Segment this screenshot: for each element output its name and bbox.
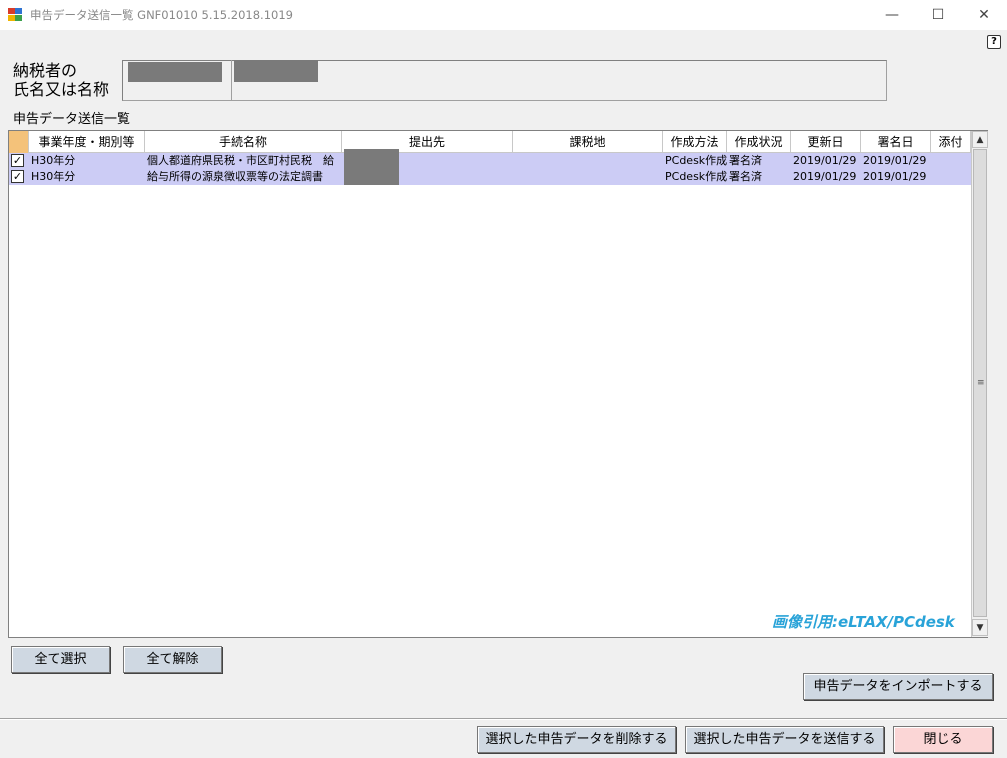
cell-status: 署名済 [729,170,762,183]
taxpayer-label-line1: 納税者の [13,61,78,80]
grip-icon: ≡ [977,378,985,388]
redacted-block [234,60,318,82]
cell-method: PCdesk作成 [665,154,727,167]
taxpayer-label: 納税者の 氏名又は名称 [13,61,109,99]
grid-corner[interactable] [9,131,29,153]
redacted-block [128,62,222,82]
cell-attach [931,153,971,169]
cell-updated: 2019/01/29 [793,154,857,167]
select-all-button[interactable]: 全て選択 [11,646,110,673]
vertical-scrollbar[interactable]: ▲ ≡ ▼ [971,131,988,637]
cell-procedure: 個人都道府県民税・市区町村民税 給 [147,154,334,167]
taxpayer-label-line2: 氏名又は名称 [13,80,110,99]
cell-tax-place [513,153,663,169]
column-header[interactable]: 更新日 [791,131,861,153]
scroll-down-button[interactable]: ▼ [972,619,988,636]
cell-signed: 2019/01/29 [863,154,927,167]
column-header[interactable]: 課税地 [513,131,663,153]
cell-signed: 2019/01/29 [863,170,927,183]
column-header[interactable]: 作成状況 [727,131,791,153]
footer-divider [0,718,1007,720]
taxpayer-name-field [122,60,887,101]
column-header[interactable]: 添付 [931,131,971,153]
maximize-button[interactable]: ☐ [915,0,961,30]
window-title: 申告データ送信一覧 GNF01010 5.15.2018.1019 [30,8,293,22]
scroll-thumb[interactable]: ≡ [973,149,987,617]
table-row[interactable]: ✓ H30年分 給与所得の源泉徴収票等の法定調書 PCdesk作成 署名済 20… [9,169,971,185]
redacted-block [344,149,399,185]
cell-method: PCdesk作成 [665,170,727,183]
import-button[interactable]: 申告データをインポートする [803,673,993,700]
cell-status: 署名済 [729,154,762,167]
cell-tax-place [513,169,663,185]
taxpayer-field-divider [231,60,232,101]
deselect-all-button[interactable]: 全て解除 [123,646,222,673]
cell-procedure: 給与所得の源泉徴収票等の法定調書 [147,170,323,183]
title-bar: 申告データ送信一覧 GNF01010 5.15.2018.1019 — ☐ ✕ [0,0,1007,30]
cell-updated: 2019/01/29 [793,170,857,183]
close-button[interactable]: 閉じる [893,726,993,753]
grid-header: 事業年度・期別等 手続名称 提出先 課税地 作成方法 作成状況 更新日 署名日 … [9,131,971,153]
scroll-up-button[interactable]: ▲ [972,131,988,148]
cell-attach [931,169,971,185]
section-label: 申告データ送信一覧 [13,112,131,127]
column-header[interactable]: 作成方法 [663,131,727,153]
row-checkbox[interactable]: ✓ [11,154,24,167]
table-row[interactable]: ✓ H30年分 個人都道府県民税・市区町村民税 給 PCdesk作成 署名済 2… [9,153,971,169]
cell-period: H30年分 [31,154,76,167]
app-icon [8,8,22,21]
column-header[interactable]: 手続名称 [145,131,342,153]
minimize-button[interactable]: — [869,0,915,30]
column-header[interactable]: 署名日 [861,131,931,153]
submission-grid[interactable]: 事業年度・期別等 手続名称 提出先 課税地 作成方法 作成状況 更新日 署名日 … [8,130,988,638]
row-checkbox[interactable]: ✓ [11,170,24,183]
cell-period: H30年分 [31,170,76,183]
send-selected-button[interactable]: 選択した申告データを送信する [685,726,884,753]
delete-selected-button[interactable]: 選択した申告データを削除する [477,726,676,753]
column-header[interactable]: 事業年度・期別等 [29,131,145,153]
help-icon[interactable]: ? [987,35,1001,49]
watermark: 画像引用:eLTAX/PCdesk [772,613,955,631]
close-window-button[interactable]: ✕ [961,0,1007,30]
